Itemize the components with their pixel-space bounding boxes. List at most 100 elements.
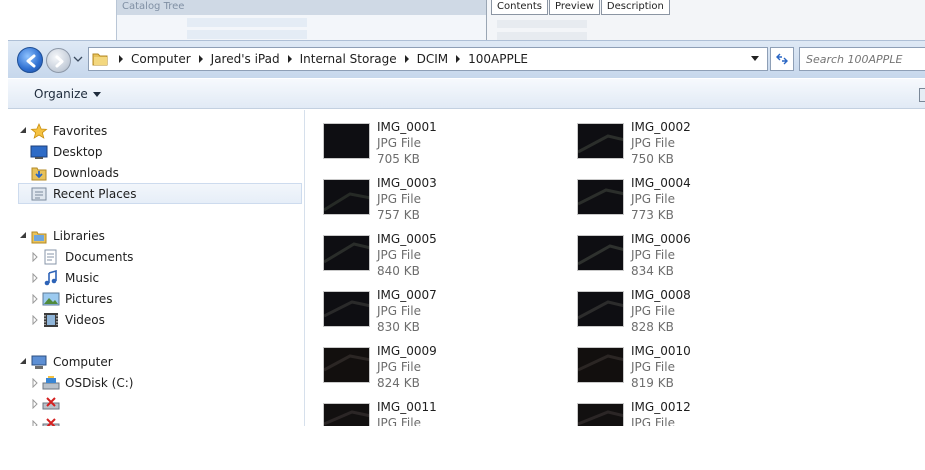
breadcrumb-ipad[interactable]: Jared's iPad	[211, 52, 280, 66]
collapsed-triangle-icon[interactable]	[30, 251, 40, 262]
refresh-button[interactable]	[770, 47, 794, 71]
collapsed-triangle-icon[interactable]	[30, 398, 40, 409]
collapsed-triangle-icon[interactable]	[30, 272, 40, 283]
file-size: 830 KB	[377, 320, 420, 334]
breadcrumb-dcim[interactable]: DCIM	[417, 52, 449, 66]
chevron-down-icon	[92, 91, 101, 97]
file-item[interactable]: IMG_0005 JPG File 840 KB	[323, 231, 553, 283]
file-size: 773 KB	[631, 208, 674, 222]
folder-icon	[92, 53, 108, 66]
nav-favorites[interactable]: Favorites	[18, 120, 107, 141]
breadcrumb-separator-icon[interactable]	[287, 55, 292, 63]
file-item[interactable]: IMG_0008 JPG File 828 KB	[577, 287, 807, 339]
file-name: IMG_0012	[631, 400, 691, 414]
sidebar-item-recent-places[interactable]: Recent Places	[18, 183, 302, 204]
file-type: JPG File	[631, 360, 675, 374]
nav-libraries[interactable]: Libraries	[18, 225, 105, 246]
sidebar-item-label: OSDisk (C:)	[65, 375, 134, 390]
image-thumbnail	[577, 403, 624, 426]
file-item[interactable]: IMG_0001 JPG File 705 KB	[323, 119, 553, 171]
image-thumbnail	[577, 235, 624, 271]
file-name: IMG_0007	[377, 288, 437, 302]
cropped-area	[0, 426, 925, 470]
file-name: IMG_0009	[377, 344, 437, 358]
sidebar-item-network-drive-1[interactable]	[30, 393, 65, 414]
image-thumbnail	[323, 235, 370, 271]
file-item[interactable]: IMG_0011 JPG File	[323, 399, 553, 426]
expanded-triangle-icon[interactable]	[18, 231, 28, 241]
file-name: IMG_0006	[631, 232, 691, 246]
expanded-triangle-icon[interactable]	[18, 126, 28, 136]
sidebar-item-documents[interactable]: Documents	[30, 246, 133, 267]
tab-preview[interactable]: Preview	[548, 0, 600, 15]
breadcrumb-separator-icon[interactable]	[404, 55, 409, 63]
navigation-bar: Computer Jared's iPad Internal Storage D…	[8, 40, 925, 78]
catalog-tabs: Contents Preview Description	[491, 0, 671, 15]
nav-libraries-label: Libraries	[53, 228, 105, 243]
file-item[interactable]: IMG_0007 JPG File 830 KB	[323, 287, 553, 339]
collapsed-triangle-icon[interactable]	[30, 377, 40, 388]
file-item[interactable]: IMG_0010 JPG File 819 KB	[577, 343, 807, 395]
sidebar-item-label: Recent Places	[53, 186, 137, 201]
star-icon	[30, 122, 48, 139]
file-item[interactable]: IMG_0003 JPG File 757 KB	[323, 175, 553, 227]
file-type: JPG File	[631, 248, 675, 262]
recent-pages-chevron-icon[interactable]	[73, 54, 83, 64]
breadcrumb-computer[interactable]: Computer	[131, 52, 191, 66]
documents-icon	[44, 249, 57, 264]
address-bar[interactable]: Computer Jared's iPad Internal Storage D…	[88, 47, 768, 71]
forward-button[interactable]	[46, 48, 71, 73]
file-item[interactable]: IMG_0004 JPG File 773 KB	[577, 175, 807, 227]
organize-button[interactable]: Organize	[34, 87, 101, 101]
breadcrumb-separator-icon[interactable]	[456, 55, 461, 63]
breadcrumb-100apple[interactable]: 100APPLE	[468, 52, 528, 66]
file-item[interactable]: IMG_0006 JPG File 834 KB	[577, 231, 807, 283]
preview-pane-icon[interactable]	[919, 88, 925, 102]
sidebar-item-label: Downloads	[53, 165, 119, 180]
breadcrumb-internal-storage[interactable]: Internal Storage	[300, 52, 397, 66]
file-type: JPG File	[631, 304, 675, 318]
image-thumbnail	[323, 347, 370, 383]
collapsed-triangle-icon[interactable]	[30, 314, 40, 325]
collapsed-triangle-icon[interactable]	[30, 293, 40, 304]
image-thumbnail	[323, 403, 370, 426]
file-type: JPG File	[377, 136, 421, 150]
breadcrumb-separator-icon[interactable]	[119, 55, 123, 63]
sidebar-item-desktop[interactable]: Desktop	[30, 141, 103, 162]
sidebar-item-label: Desktop	[53, 144, 103, 159]
search-box[interactable]	[799, 47, 925, 71]
organize-label: Organize	[34, 87, 88, 101]
explorer-window: Computer Jared's iPad Internal Storage D…	[8, 40, 925, 430]
back-button[interactable]	[17, 47, 43, 73]
disk-icon	[42, 375, 60, 389]
sidebar-item-label: Videos	[65, 312, 105, 327]
file-size: 828 KB	[631, 320, 674, 334]
search-input[interactable]	[800, 48, 920, 71]
file-item[interactable]: IMG_0009 JPG File 824 KB	[323, 343, 553, 395]
sidebar-item-videos[interactable]: Videos	[30, 309, 105, 330]
file-item[interactable]: IMG_0012 JPG File	[577, 399, 807, 426]
file-type: JPG File	[377, 192, 421, 206]
nav-favorites-label: Favorites	[53, 123, 108, 138]
file-size: 705 KB	[377, 152, 420, 166]
file-name: IMG_0011	[377, 400, 437, 414]
command-bar: Organize	[8, 78, 925, 109]
videos-icon	[44, 312, 58, 327]
tab-description[interactable]: Description	[600, 0, 670, 15]
expanded-triangle-icon[interactable]	[18, 357, 28, 367]
network-drive-disconnected-icon	[42, 396, 60, 409]
file-item[interactable]: IMG_0002 JPG File 750 KB	[577, 119, 807, 171]
address-dropdown-icon[interactable]	[751, 56, 759, 61]
file-name: IMG_0010	[631, 344, 691, 358]
breadcrumb-separator-icon[interactable]	[198, 55, 203, 63]
sidebar-item-music[interactable]: Music	[30, 267, 99, 288]
screen: Catalog Tree Contents Preview Descriptio…	[0, 0, 925, 470]
file-size: 834 KB	[631, 264, 674, 278]
sidebar-item-label: Music	[65, 270, 100, 285]
nav-computer[interactable]: Computer	[18, 351, 113, 372]
file-type: JPG File	[377, 248, 421, 262]
sidebar-item-osdisk[interactable]: OSDisk (C:)	[30, 372, 133, 393]
tab-contents[interactable]: Contents	[491, 0, 548, 15]
sidebar-item-downloads[interactable]: Downloads	[30, 162, 119, 183]
sidebar-item-pictures[interactable]: Pictures	[30, 288, 113, 309]
